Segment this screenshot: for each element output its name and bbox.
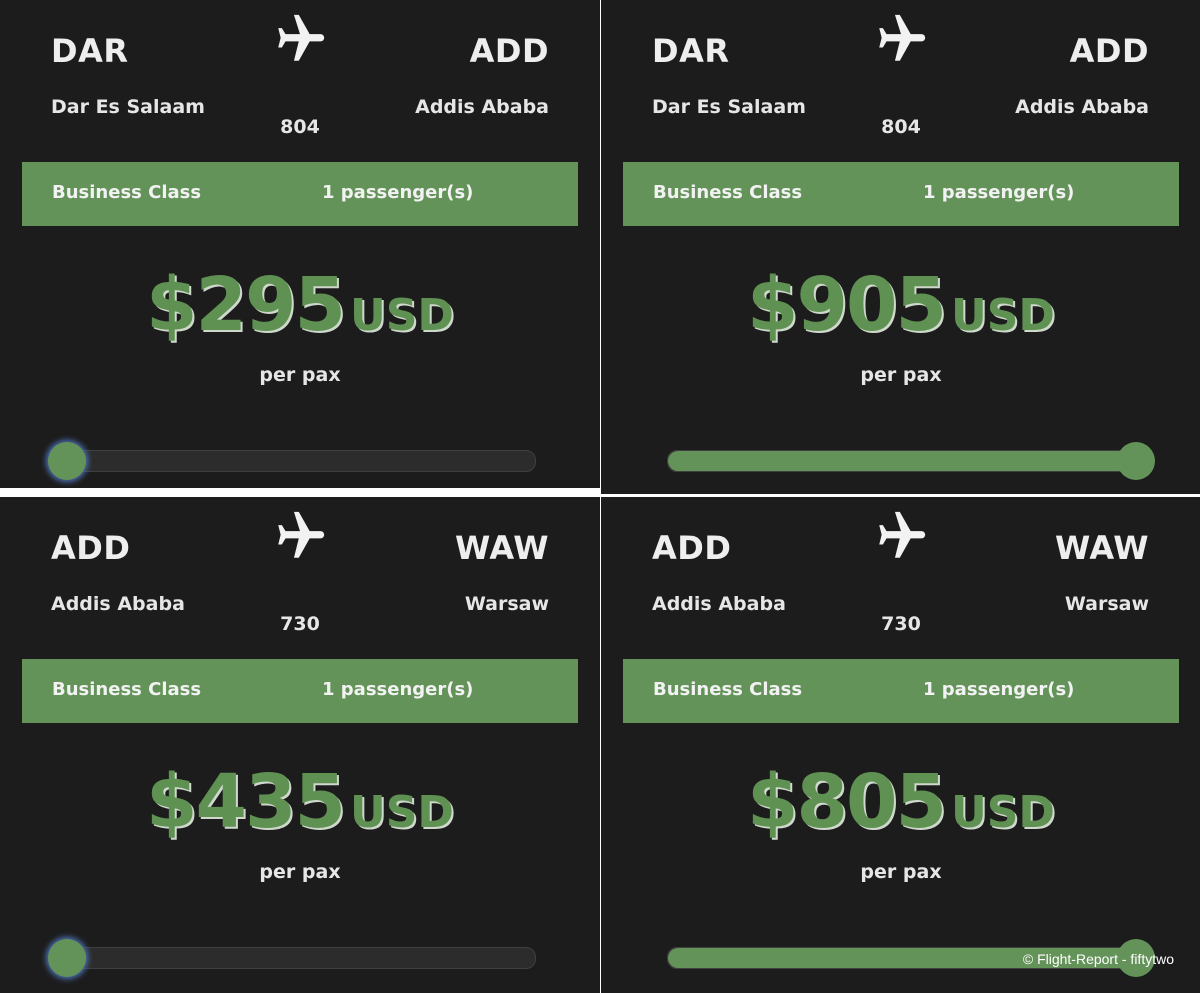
screenshot-collage: DAR ADD Dar Es Salaam Addis Ababa 804 Bu… xyxy=(0,0,1200,993)
origin-airport-code: ADD xyxy=(652,529,732,567)
class-bar: Business Class 1 passenger(s) xyxy=(22,162,578,226)
price-amount: $295 xyxy=(146,262,346,348)
price-currency: USD xyxy=(350,290,454,341)
price-slider-fill xyxy=(668,451,1136,471)
price-slider[interactable] xyxy=(48,442,536,480)
price-display: $805 USD xyxy=(601,759,1200,845)
destination-airport-code: WAW xyxy=(455,529,549,567)
passenger-count: 1 passenger(s) xyxy=(322,182,474,203)
airplane-icon xyxy=(871,507,931,565)
price-slider-knob[interactable] xyxy=(48,442,86,480)
origin-airport-code: ADD xyxy=(51,529,131,567)
cabin-class: Business Class xyxy=(653,182,803,203)
destination-city: Addis Ababa xyxy=(415,96,549,118)
airplane-icon xyxy=(871,10,931,68)
class-bar: Business Class 1 passenger(s) xyxy=(22,659,578,723)
airplane-icon xyxy=(270,10,330,68)
price-amount: $905 xyxy=(747,262,947,348)
flight-number: 730 xyxy=(280,613,320,635)
passenger-count: 1 passenger(s) xyxy=(322,679,474,700)
class-bar: Business Class 1 passenger(s) xyxy=(623,659,1179,723)
per-pax-label: per pax xyxy=(860,364,942,386)
price-slider-knob[interactable] xyxy=(48,939,86,977)
passenger-count: 1 passenger(s) xyxy=(923,679,1075,700)
destination-city: Warsaw xyxy=(464,593,549,615)
destination-airport-code: WAW xyxy=(1055,529,1149,567)
cabin-class: Business Class xyxy=(653,679,803,700)
per-pax-label: per pax xyxy=(259,861,341,883)
cabin-class: Business Class xyxy=(52,679,202,700)
watermark: © Flight-Report - fiftytwo xyxy=(1022,951,1174,967)
per-pax-label: per pax xyxy=(259,364,341,386)
price-amount: $435 xyxy=(146,759,346,845)
class-bar: Business Class 1 passenger(s) xyxy=(623,162,1179,226)
fare-panel-dar-add-low: DAR ADD Dar Es Salaam Addis Ababa 804 Bu… xyxy=(0,0,600,488)
price-amount: $805 xyxy=(747,759,947,845)
price-display: $435 USD xyxy=(0,759,600,845)
flight-number: 804 xyxy=(881,116,921,138)
price-slider[interactable] xyxy=(667,442,1155,480)
fare-panel-dar-add-high: DAR ADD Dar Es Salaam Addis Ababa 804 Bu… xyxy=(601,0,1200,494)
passenger-count: 1 passenger(s) xyxy=(923,182,1075,203)
per-pax-label: per pax xyxy=(860,861,942,883)
price-currency: USD xyxy=(350,787,454,838)
destination-city: Addis Ababa xyxy=(1015,96,1149,118)
origin-city: Addis Ababa xyxy=(51,593,185,615)
origin-city: Addis Ababa xyxy=(652,593,786,615)
price-slider[interactable] xyxy=(48,939,536,977)
price-slider-knob[interactable] xyxy=(1117,442,1155,480)
origin-city: Dar Es Salaam xyxy=(652,96,806,118)
price-currency: USD xyxy=(951,787,1055,838)
airplane-icon xyxy=(270,507,330,565)
fare-panel-add-waw-low: ADD WAW Addis Ababa Warsaw 730 Business … xyxy=(0,497,600,993)
origin-city: Dar Es Salaam xyxy=(51,96,205,118)
cabin-class: Business Class xyxy=(52,182,202,203)
origin-airport-code: DAR xyxy=(652,32,730,70)
fare-panel-add-waw-high: ADD WAW Addis Ababa Warsaw 730 Business … xyxy=(601,497,1200,993)
price-display: $295 USD xyxy=(0,262,600,348)
price-currency: USD xyxy=(951,290,1055,341)
destination-city: Warsaw xyxy=(1064,593,1149,615)
price-display: $905 USD xyxy=(601,262,1200,348)
origin-airport-code: DAR xyxy=(51,32,129,70)
flight-number: 804 xyxy=(280,116,320,138)
flight-number: 730 xyxy=(881,613,921,635)
destination-airport-code: ADD xyxy=(1069,32,1149,70)
destination-airport-code: ADD xyxy=(469,32,549,70)
